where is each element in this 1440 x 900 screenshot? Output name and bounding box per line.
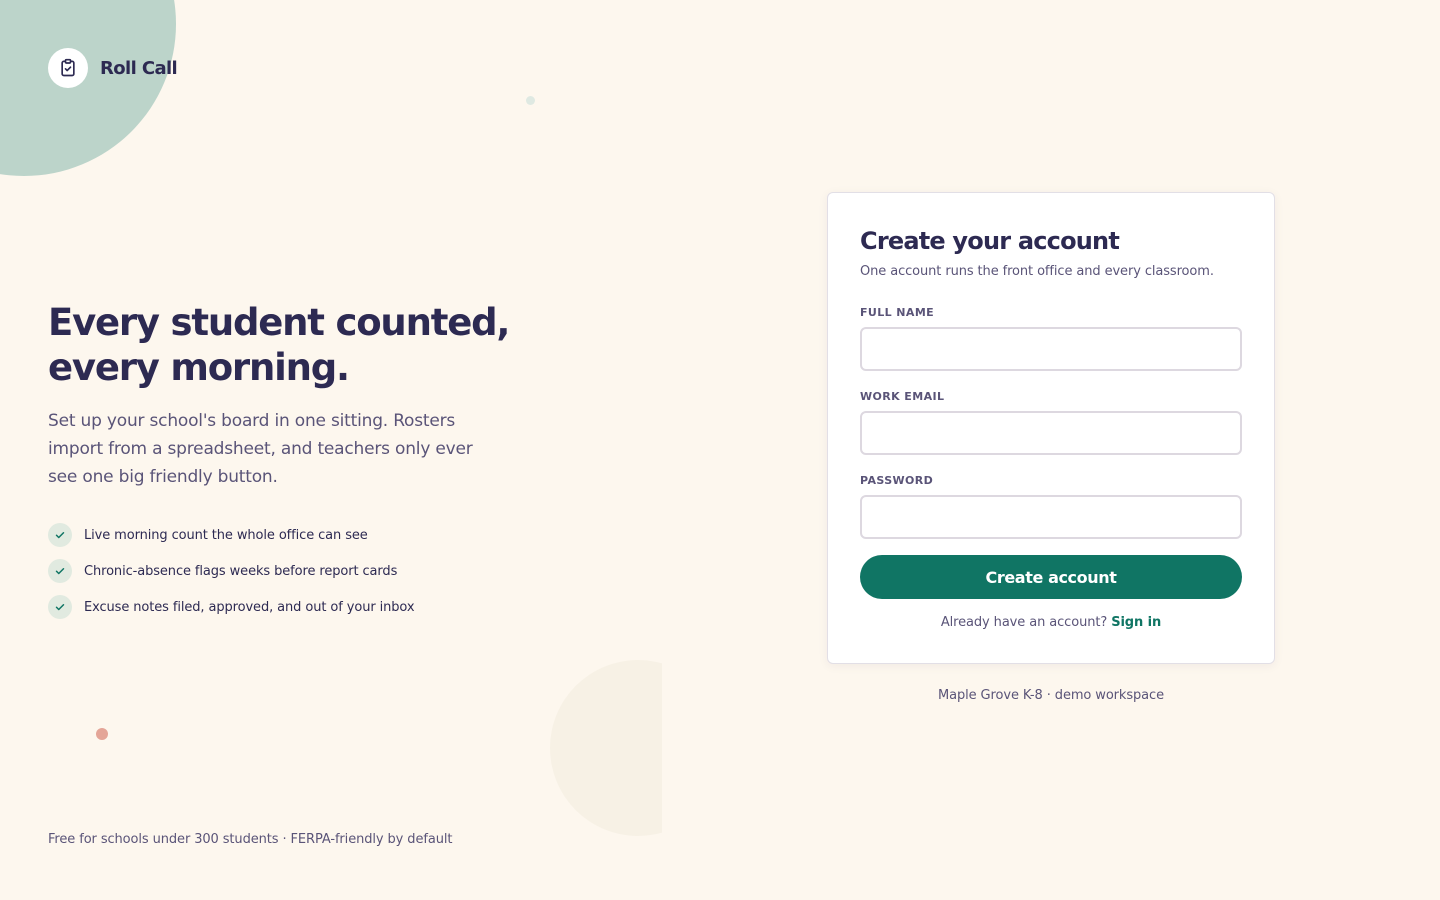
signin-row: Already have an account? Sign in (860, 615, 1242, 630)
signup-card: Create your account One account runs the… (827, 192, 1275, 664)
signin-prompt: Already have an account? (940, 615, 1108, 630)
feature-text: Live morning count the whole office can … (84, 527, 368, 543)
form-subtitle: One account runs the front office and ev… (860, 264, 1214, 279)
full-name-label: FULL NAME (860, 306, 935, 319)
marketing-panel: Roll Call Every student counted, every m… (0, 0, 662, 900)
create-account-button[interactable]: Create account (860, 555, 1242, 599)
signin-link[interactable]: Sign in (1111, 615, 1161, 630)
feature-text: Excuse notes filed, approved, and out of… (84, 599, 415, 615)
pricing-footnote: Free for schools under 300 students · FE… (48, 832, 453, 847)
form-title: Create your account (860, 227, 1120, 255)
work-email-label: WORK EMAIL (860, 390, 945, 403)
list-item: Live morning count the whole office can … (48, 522, 414, 548)
hero-subtitle: Set up your school's board in one sittin… (48, 411, 473, 487)
clipboard-check-icon (48, 48, 88, 88)
hero-title: Every student counted, every morning. (48, 301, 510, 389)
password-label: PASSWORD (860, 474, 934, 487)
decorative-dot (526, 96, 535, 105)
brand-name: Roll Call (100, 57, 178, 79)
work-email-input[interactable] (860, 411, 1242, 455)
full-name-input[interactable] (860, 327, 1242, 371)
check-icon (48, 523, 72, 547)
brand-logo[interactable]: Roll Call (48, 48, 178, 88)
feature-text: Chronic-absence flags weeks before repor… (84, 563, 398, 579)
feature-list: Live morning count the whole office can … (48, 522, 415, 630)
decorative-blob-bottom (550, 660, 662, 836)
decorative-dot-coral (96, 728, 108, 740)
check-icon (48, 595, 72, 619)
check-icon (48, 559, 72, 583)
list-item: Chronic-absence flags weeks before repor… (48, 558, 414, 584)
decorative-blob-top (0, 0, 176, 176)
workspace-note: Maple Grove K-8 · demo workspace (937, 688, 1164, 703)
list-item: Excuse notes filed, approved, and out of… (48, 594, 415, 620)
password-input[interactable] (860, 495, 1242, 539)
